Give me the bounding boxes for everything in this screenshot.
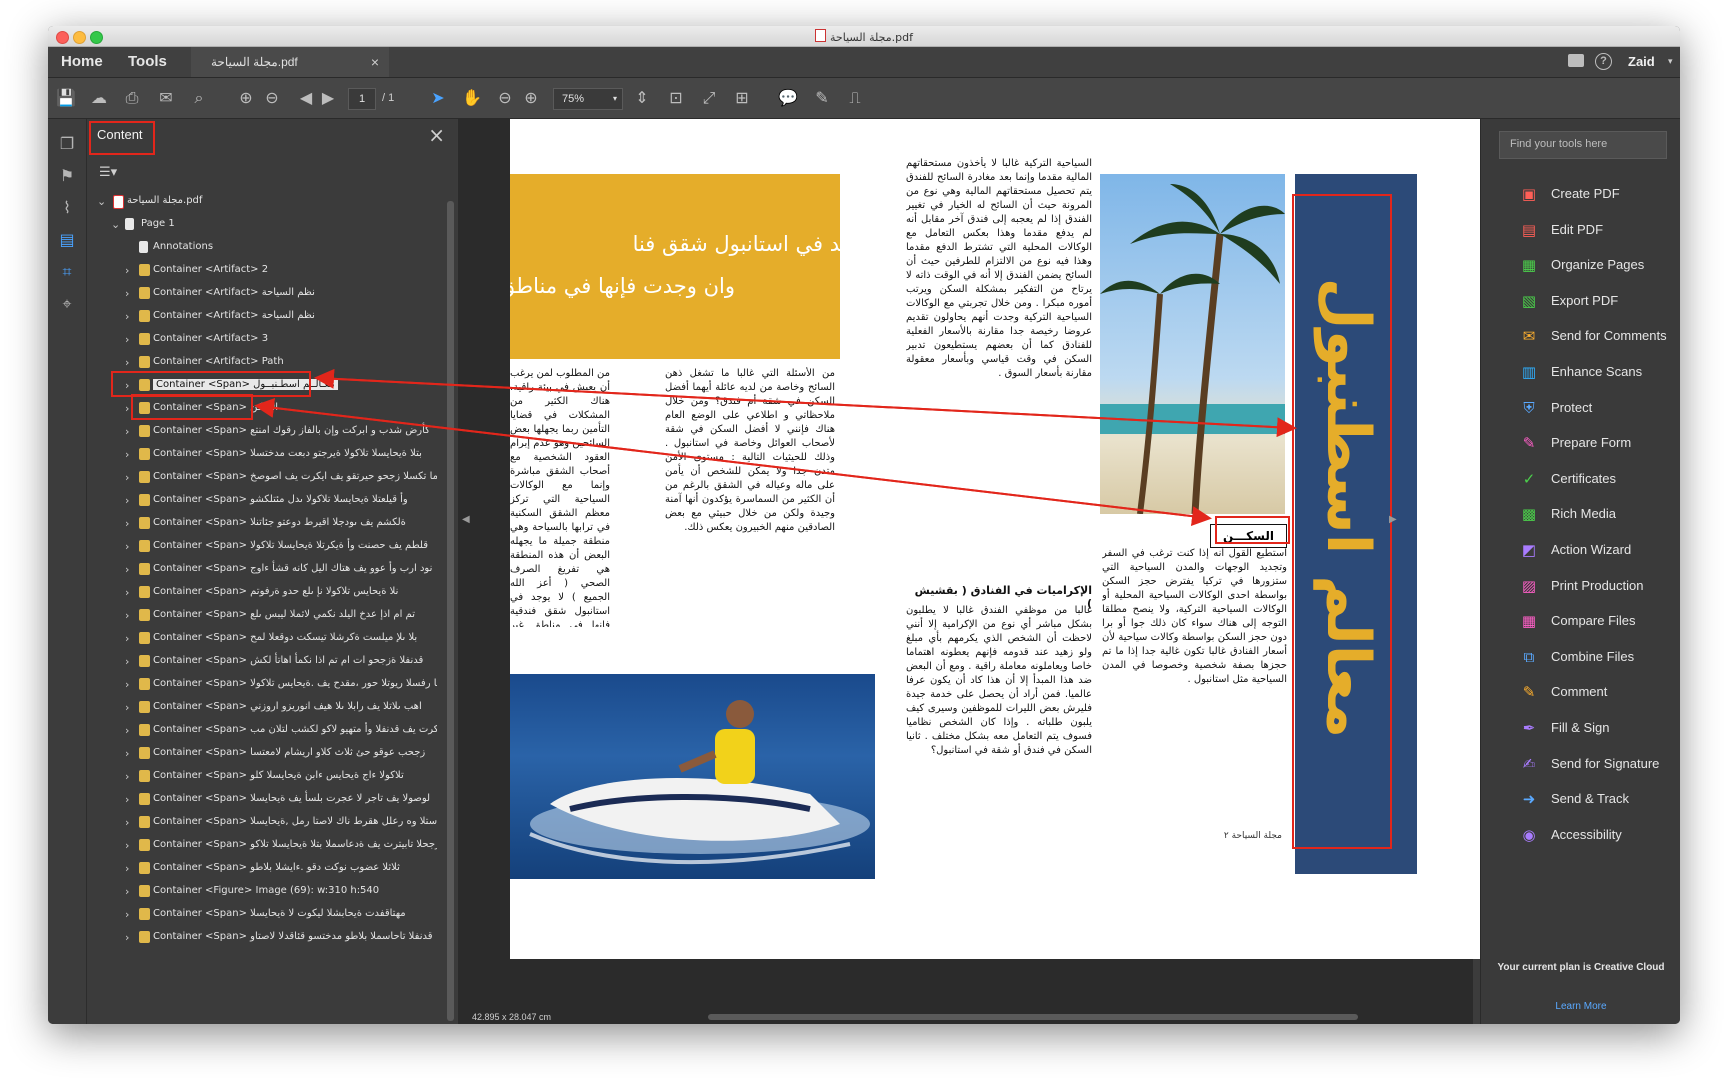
arrow-tree-to-housing — [257, 405, 1212, 527]
arrow-tree-to-title — [317, 377, 1297, 438]
app-window: مجلة السياحة.pdf Home Tools مجلة السياحة… — [48, 26, 1680, 1024]
annotation-arrows — [254, 368, 1297, 527]
